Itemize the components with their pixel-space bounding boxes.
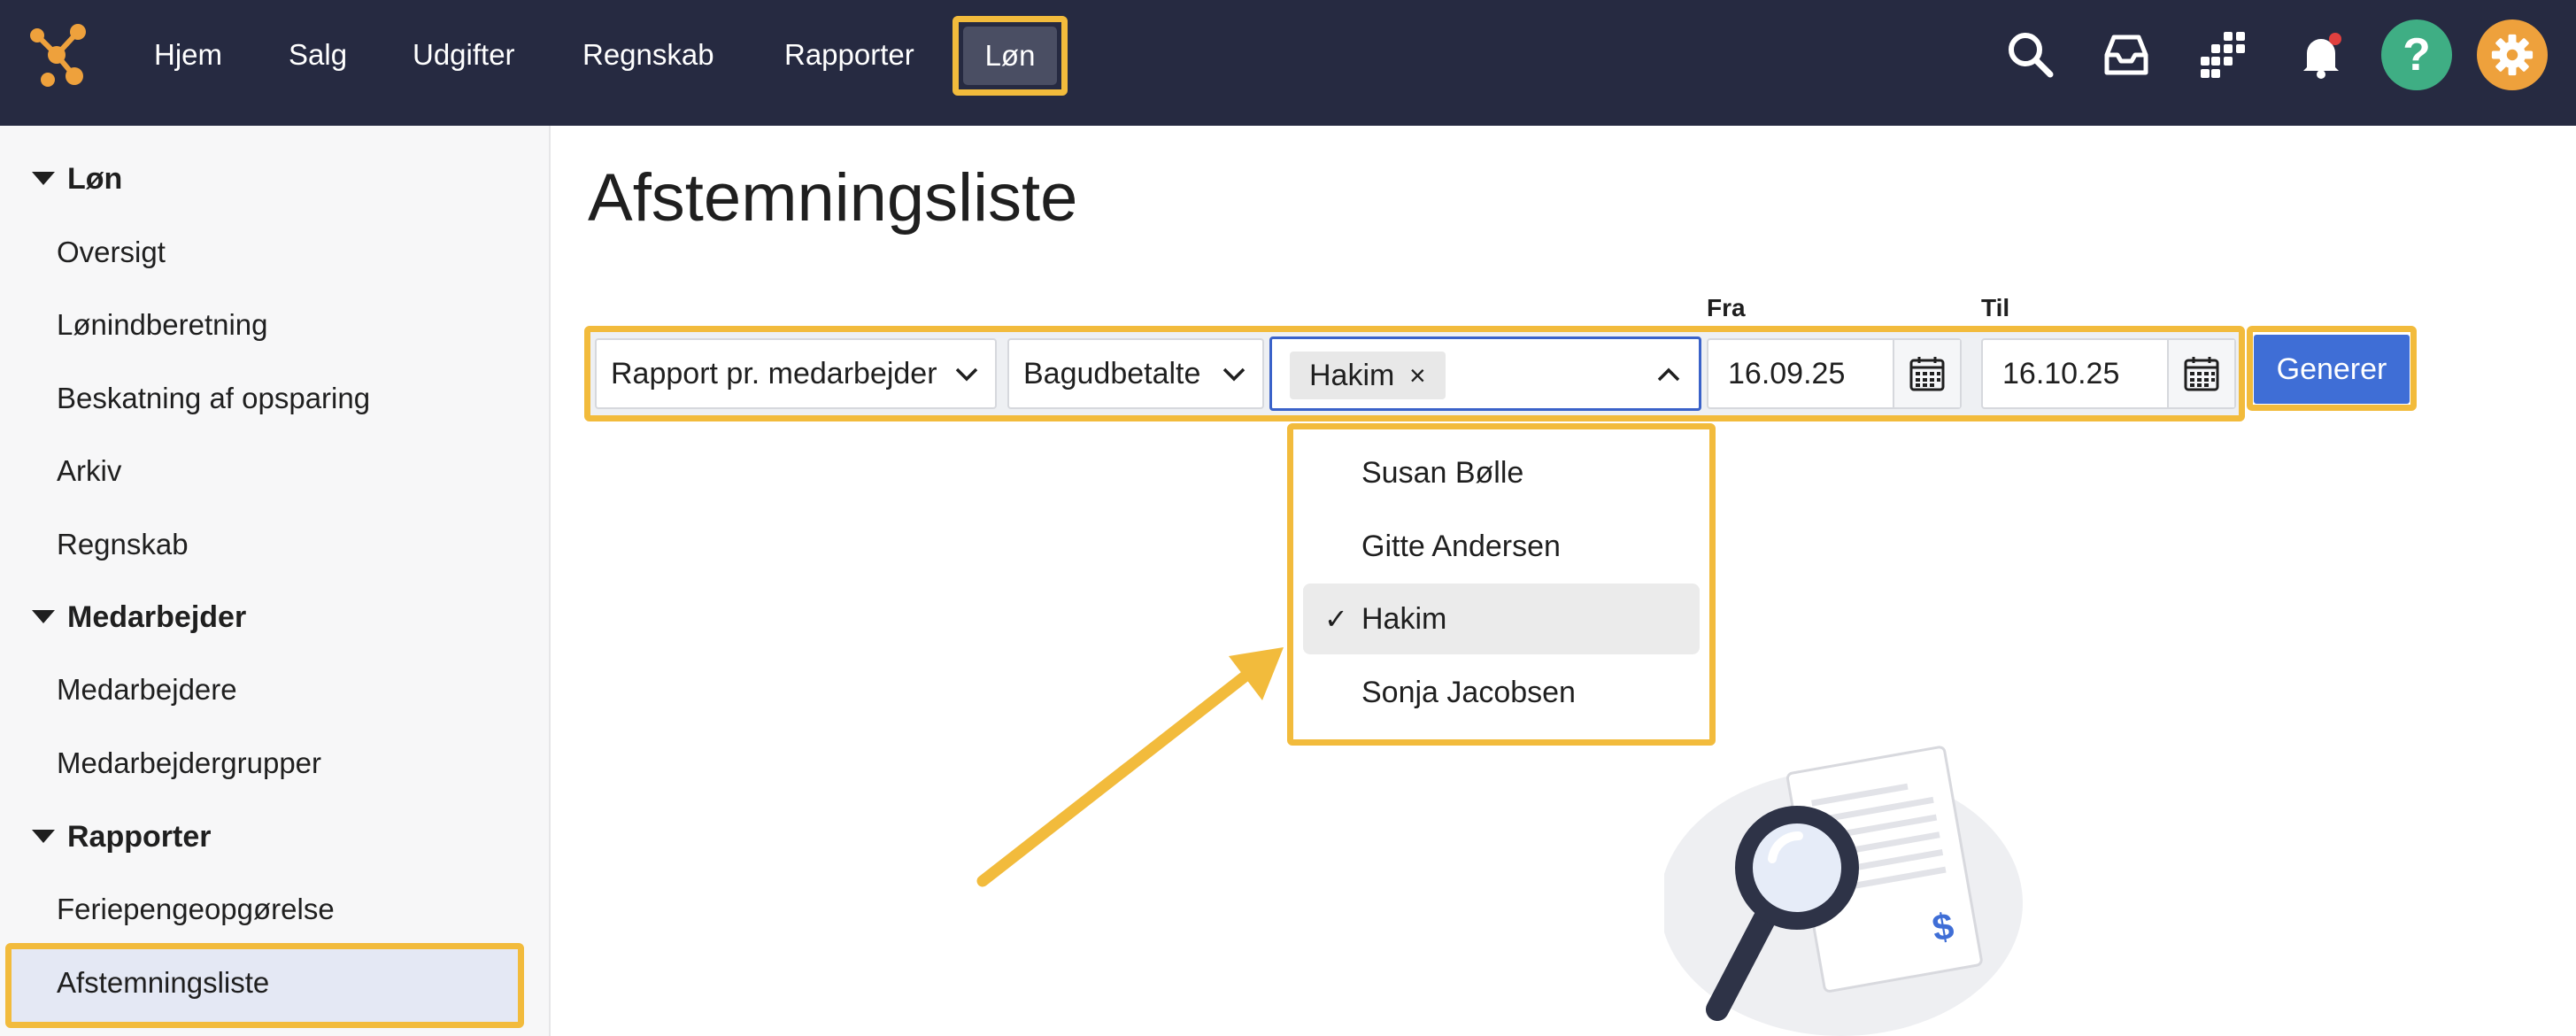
sidebar-item-medarbejdergrupper[interactable]: Medarbejdergrupper — [57, 741, 321, 785]
sidebar-item-lonindberetning[interactable]: Lønindberetning — [57, 303, 268, 347]
sidebar-item-oversigt[interactable]: Oversigt — [57, 230, 166, 274]
calendar-icon[interactable] — [1893, 340, 1960, 407]
dropdown-option[interactable]: Gitte Andersen — [1303, 511, 1700, 582]
from-date-field[interactable]: 16.09.25 — [1707, 338, 1962, 409]
collapse-triangle-icon — [32, 609, 55, 623]
chevron-down-icon — [955, 367, 978, 382]
sidebar-section-rapporter[interactable]: Rapporter — [32, 815, 211, 859]
sidebar-item-feriepengeopgorelse[interactable]: Feriepengeopgørelse — [57, 887, 335, 932]
dropdown-option[interactable]: Susan Bølle — [1303, 437, 1700, 508]
help-icon[interactable]: ? — [2381, 19, 2452, 90]
sidebar-item-beskatning[interactable]: Beskatning af opsparing — [57, 376, 370, 421]
top-navigation-bar: Hjem Salg Udgifter Regnskab Rapporter Lø… — [0, 0, 2576, 126]
sidebar-section-lon[interactable]: Løn — [32, 157, 122, 201]
checkmark-icon: ✓ — [1324, 603, 1348, 635]
sidebar-item-regnskab[interactable]: Regnskab — [57, 522, 189, 567]
calendar-icon[interactable] — [2167, 340, 2234, 407]
nav-lon-highlight: Løn — [953, 16, 1068, 96]
sidebar-section-medarbejder[interactable]: Medarbejder — [32, 595, 246, 639]
search-icon[interactable] — [1995, 19, 2066, 90]
to-date-label: Til — [1981, 294, 2010, 321]
nav-lon[interactable]: Løn — [963, 27, 1057, 85]
page-title: Afstemningsliste — [588, 160, 1078, 236]
report-type-select[interactable]: Rapport pr. medarbejder — [595, 338, 997, 409]
inbox-icon[interactable] — [2091, 19, 2162, 90]
nav-salg[interactable]: Salg — [289, 0, 347, 110]
nav-udgifter[interactable]: Udgifter — [413, 0, 515, 110]
selected-employee-chip: Hakim × — [1290, 352, 1446, 399]
chip-remove-icon[interactable]: × — [1400, 352, 1435, 399]
dropdown-option[interactable]: Sonja Jacobsen — [1303, 657, 1700, 728]
sidebar-item-medarbejdere[interactable]: Medarbejdere — [57, 668, 237, 712]
nav-rapporter[interactable]: Rapporter — [784, 0, 914, 110]
sidebar-item-afstemningsliste[interactable]: Afstemningsliste — [57, 961, 269, 1005]
payment-type-select[interactable]: Bagudbetalte — [1007, 338, 1264, 409]
to-date-field[interactable]: 16.10.25 — [1981, 338, 2236, 409]
generate-button[interactable]: Generer — [2254, 335, 2410, 404]
nav-hjem[interactable]: Hjem — [154, 0, 222, 110]
svg-text:?: ? — [2402, 28, 2431, 80]
nav-regnskab[interactable]: Regnskab — [582, 0, 714, 110]
settings-gear-icon[interactable] — [2477, 19, 2548, 90]
collapse-triangle-icon — [32, 171, 55, 185]
chevron-up-icon[interactable] — [1654, 360, 1683, 389]
sidebar-item-arkiv[interactable]: Arkiv — [57, 449, 121, 493]
from-date-label: Fra — [1707, 294, 1746, 321]
employee-multiselect[interactable]: Hakim × — [1269, 336, 1701, 411]
collapse-triangle-icon — [32, 829, 55, 843]
annotation-arrow-icon — [976, 647, 1284, 887]
notification-bell-icon[interactable] — [2286, 19, 2356, 90]
dropdown-option-selected[interactable]: ✓ Hakim — [1303, 584, 1700, 654]
app-logo-icon[interactable] — [25, 21, 96, 92]
apps-grid-icon[interactable] — [2188, 19, 2259, 90]
empty-state-illustration-icon: $ — [1664, 746, 2023, 1036]
chevron-down-icon — [1222, 367, 1246, 382]
